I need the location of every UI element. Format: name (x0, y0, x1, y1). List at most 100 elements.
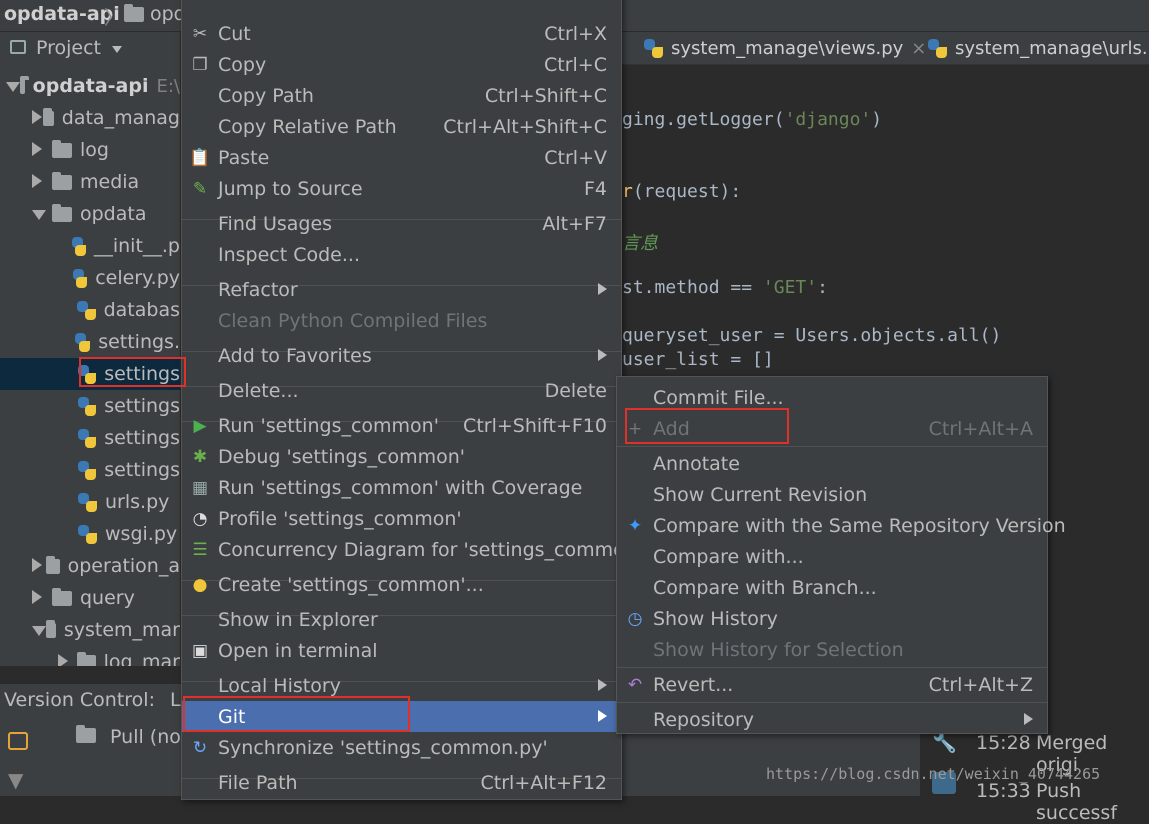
version-control-title[interactable]: Version Control: (4, 689, 155, 711)
git-menu-item-compare-with-the-same-repository-version[interactable]: ✦ Compare with the Same Repository Versio… (617, 510, 1066, 541)
python-file-icon (74, 332, 91, 352)
tree-item[interactable]: celery.py (0, 262, 180, 294)
menu-item-shortcut: Ctrl+Shift+C (484, 84, 607, 107)
chevron-down-icon[interactable] (112, 46, 122, 53)
menu-item-copy[interactable]: ❐ Copy Ctrl+C (182, 49, 621, 80)
chevron-right-icon[interactable] (32, 587, 52, 609)
python-file-icon (77, 364, 97, 384)
tree-item-label: system_mar (63, 619, 180, 641)
log-icon[interactable] (8, 732, 28, 750)
menu-item-copy-path[interactable]: Copy Path Ctrl+Shift+C (182, 80, 621, 111)
menu-item-git[interactable]: Git (182, 701, 621, 732)
tree-item[interactable]: media (0, 166, 180, 198)
code-token: (request): (632, 181, 742, 202)
profile-icon: ◔ (192, 509, 208, 529)
filter-icon[interactable]: ▼ (8, 768, 23, 792)
menu-item-profile-settings-common[interactable]: ◔ Profile 'settings_common' (182, 503, 621, 534)
project-panel-title[interactable]: Project (36, 37, 101, 59)
menu-item-run-settings-common[interactable]: ▶ Run 'settings_common' Ctrl+Shift+F10 (182, 410, 621, 441)
tree-item[interactable]: databas (0, 294, 180, 326)
tree-item[interactable]: settings (0, 454, 180, 486)
tree-item[interactable]: settings (0, 422, 180, 454)
menu-item-debug-settings-common[interactable]: ✱ Debug 'settings_common' (182, 441, 621, 472)
menu-item-label: Compare with... (653, 545, 804, 568)
menu-item-file-path[interactable]: File Path Ctrl+Alt+F12 (182, 767, 621, 798)
menu-item-add-to-favorites[interactable]: Add to Favorites (182, 340, 621, 371)
chevron-right-icon (598, 349, 607, 361)
menu-item-find-usages[interactable]: Find Usages Alt+F7 (182, 208, 621, 239)
menu-item-paste[interactable]: 📋 Paste Ctrl+V (182, 142, 621, 173)
git-menu-item-revert[interactable]: ↶ Revert... Ctrl+Alt+Z (617, 669, 1047, 700)
tree-item[interactable]: urls.py (0, 486, 180, 518)
tree-item-label: settings (104, 459, 180, 481)
coverage-icon: ▦ (191, 478, 209, 498)
python-file-icon (77, 460, 97, 480)
git-menu-item-show-current-revision[interactable]: Show Current Revision (617, 479, 1047, 510)
menu-item-label: Show in Explorer (218, 608, 378, 631)
chevron-right-icon[interactable] (32, 555, 46, 577)
tree-item[interactable]: log_mar (0, 646, 180, 666)
tree-item[interactable]: system_mar (0, 614, 180, 646)
editor-tabs: system_manage\views.py × system_manage\u… (622, 32, 1149, 65)
menu-item-cut[interactable]: ✂ Cut Ctrl+X (182, 18, 621, 49)
menu-item-synchronize-settings-common-py[interactable]: ↻ Synchronize 'settings_common.py' (182, 732, 621, 763)
tree-item[interactable]: settings (0, 390, 180, 422)
menu-item-concurrency-diagram-for-settings-common[interactable]: ☰ Concurrency Diagram for 'settings_commo… (182, 534, 642, 565)
chevron-right-icon[interactable] (32, 139, 52, 161)
tab-urls-py[interactable]: system_manage\urls.py (928, 32, 1149, 64)
chevron-right-icon[interactable] (58, 651, 77, 666)
tree-item[interactable]: __init__.p (0, 230, 180, 262)
tree-item[interactable]: wsgi.py (0, 518, 180, 550)
menu-item-open-in-terminal[interactable]: ▣ Open in terminal (182, 635, 621, 666)
concurrency-icon: ☰ (192, 540, 208, 560)
code-token: ging.getLogger( (622, 109, 785, 130)
menu-item-local-history[interactable]: Local History (182, 670, 621, 701)
menu-item-run-settings-common-with-coverage[interactable]: ▦ Run 'settings_common' with Coverage (182, 472, 621, 503)
menu-item-new[interactable]: New (182, 0, 621, 7)
menu-item-label: Show Current Revision (653, 483, 868, 506)
chevron-down-icon[interactable] (6, 75, 20, 97)
git-menu-item-commit-file[interactable]: Commit File... (617, 382, 1047, 413)
menu-item-label: Concurrency Diagram for 'settings_common… (218, 538, 643, 561)
tree-item[interactable]: settings (0, 358, 180, 390)
tree-item[interactable]: opdata-api E:\ (0, 70, 180, 102)
python-file-icon (77, 396, 97, 416)
python-file-icon (72, 236, 86, 256)
menu-item-shortcut: Ctrl+Alt+F12 (480, 771, 607, 794)
git-menu-item-compare-with-branch[interactable]: Compare with Branch... (617, 572, 1047, 603)
menu-item-jump-to-source[interactable]: ✎ Jump to Source F4 (182, 173, 621, 204)
menu-item-create-settings-common[interactable]: ● Create 'settings_common'... (182, 569, 621, 600)
menu-item-shortcut: Ctrl+X (544, 22, 607, 45)
menu-item-delete[interactable]: Delete... Delete (182, 375, 621, 406)
tree-item[interactable]: operation_a (0, 550, 180, 582)
tree-item[interactable]: opdata (0, 198, 180, 230)
menu-item-refactor[interactable]: Refactor (182, 274, 621, 305)
tree-item[interactable]: settings. (0, 326, 180, 358)
git-menu-item-annotate[interactable]: Annotate (617, 448, 1047, 479)
menu-item-inspect-code[interactable]: Inspect Code... (182, 239, 621, 270)
chevron-down-icon[interactable] (32, 203, 52, 225)
pull-list-item[interactable]: Pull (no i (76, 725, 192, 748)
context-menu: New ✂ Cut Ctrl+X ❐ Copy Ctrl+C Copy Path Ctrl+Sh… (181, 0, 642, 800)
git-menu-item-compare-with[interactable]: Compare with... (617, 541, 1047, 572)
code-token: ) (871, 109, 883, 130)
tree-item[interactable]: log (0, 134, 180, 166)
tab-views-py[interactable]: system_manage\views.py × (644, 32, 926, 64)
close-icon[interactable]: × (911, 38, 926, 59)
git-menu-item-repository[interactable]: Repository (617, 704, 1047, 735)
chevron-right-icon[interactable] (32, 171, 52, 193)
menu-item-show-in-explorer[interactable]: Show in Explorer (182, 604, 621, 635)
terminal-icon: ▣ (191, 641, 209, 661)
chevron-right-icon[interactable] (32, 107, 43, 129)
menu-item-copy-relative-path[interactable]: Copy Relative Path Ctrl+Alt+Shift+C (182, 111, 621, 142)
breadcrumb-project[interactable]: opdata-api (4, 3, 120, 25)
menu-item-label: Open in terminal (218, 639, 378, 662)
chevron-down-icon[interactable] (32, 619, 46, 641)
git-menu-item-show-history[interactable]: ◷ Show History (617, 603, 1047, 634)
tree-item[interactable]: query (0, 582, 180, 614)
git-menu-item-show-history-for-selection: Show History for Selection (617, 634, 1047, 665)
menu-item-label: Paste (218, 146, 270, 169)
tree-item[interactable]: data_manag (0, 102, 180, 134)
python-icon: ● (192, 575, 208, 595)
project-tree: opdata-api E:\ data_manag log media opdata __i… (0, 66, 180, 666)
